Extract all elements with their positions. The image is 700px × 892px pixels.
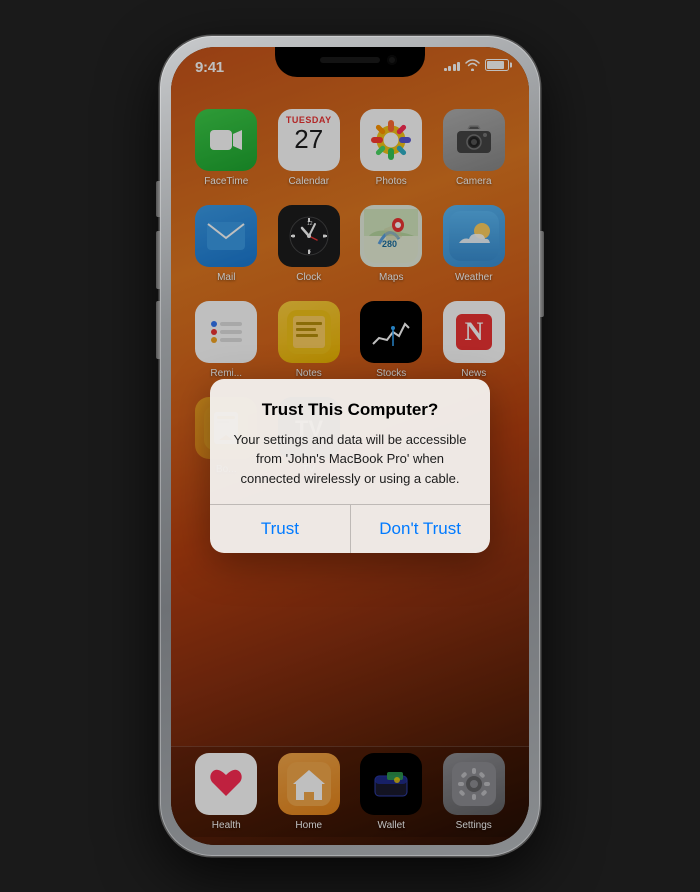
mute-button[interactable]: [156, 181, 160, 217]
trust-button[interactable]: Trust: [210, 505, 350, 553]
homescreen: 9:41: [171, 47, 529, 845]
phone-screen: 9:41: [171, 47, 529, 845]
volume-down-button[interactable]: [156, 301, 160, 359]
phone-frame: 9:41: [160, 36, 540, 856]
alert-message: Your settings and data will be accessibl…: [228, 430, 472, 489]
alert-title: Trust This Computer?: [228, 399, 472, 421]
alert-overlay: Trust This Computer? Your settings and d…: [171, 47, 529, 845]
alert-buttons: Trust Don't Trust: [210, 505, 490, 553]
dont-trust-button[interactable]: Don't Trust: [350, 505, 490, 553]
alert-content: Trust This Computer? Your settings and d…: [210, 379, 490, 504]
power-button[interactable]: [540, 231, 544, 317]
volume-up-button[interactable]: [156, 231, 160, 289]
alert-box: Trust This Computer? Your settings and d…: [210, 379, 490, 552]
